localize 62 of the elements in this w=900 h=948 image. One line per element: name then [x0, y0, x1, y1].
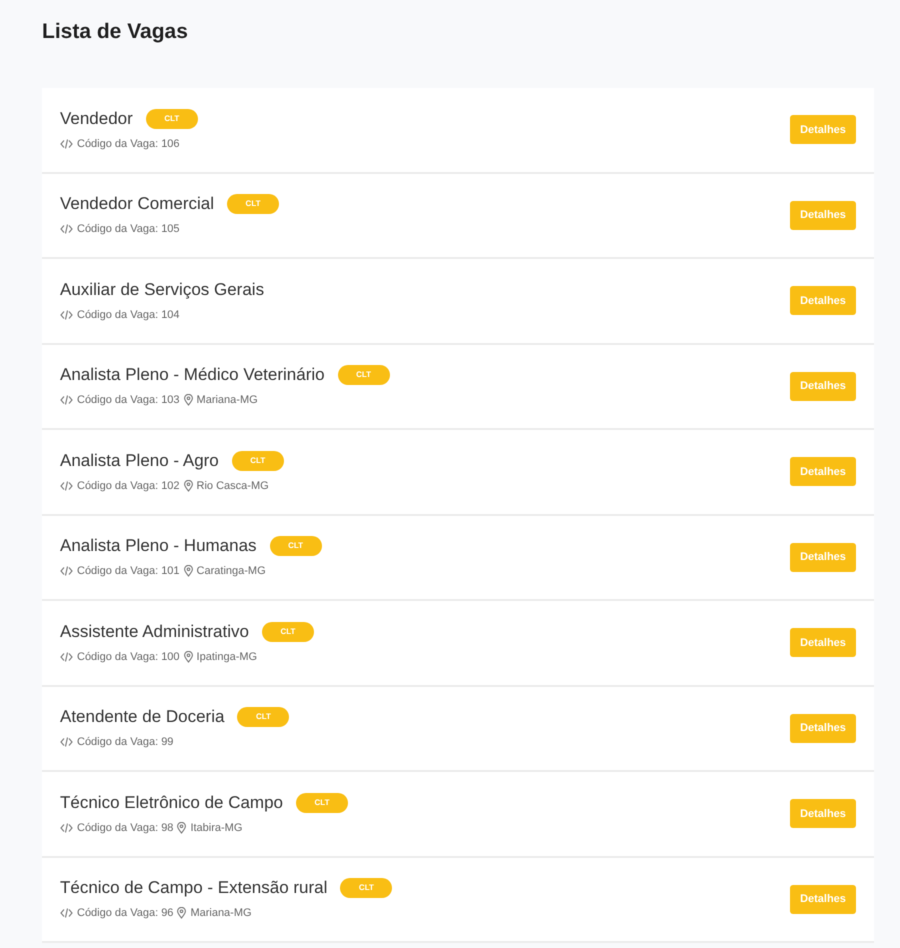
job-title: Técnico de Campo - Extensão rural [60, 877, 328, 900]
job-title: Atendente de Doceria [60, 706, 224, 728]
job-code: Código da Vaga: 101 [77, 564, 180, 579]
job-title: Auxiliar de Serviços Gerais [60, 278, 264, 301]
code-icon [60, 310, 73, 320]
code-icon [60, 822, 73, 833]
code-icon [60, 652, 73, 662]
job-code: Código da Vaga: 99 [77, 735, 174, 750]
details-button[interactable]: Detalhes [790, 799, 856, 828]
job-code: Código da Vaga: 98 [77, 820, 174, 836]
contract-badge: CLT [338, 365, 390, 385]
job-title: Vendedor [60, 108, 133, 130]
job-location: Ipatinga-MG [196, 650, 258, 664]
location-pin-icon [184, 650, 193, 663]
job-location: Rio Casca-MG [196, 478, 269, 494]
code-icon [60, 138, 73, 149]
job-title: Analista Pleno - Humanas [60, 535, 257, 558]
job-code: Código da Vaga: 103 [77, 393, 180, 408]
details-button[interactable]: Detalhes [790, 200, 856, 230]
contract-badge: CLT [270, 536, 322, 556]
location-pin-icon [177, 907, 186, 920]
details-button[interactable]: Detalhes [790, 115, 856, 144]
job-location: Mariana-MG [190, 906, 252, 921]
details-button[interactable]: Detalhes [790, 542, 856, 572]
details-button[interactable]: Detalhes [790, 457, 856, 486]
contract-badge: CLT [146, 108, 198, 128]
contract-badge: CLT [340, 878, 392, 898]
code-icon [60, 480, 73, 491]
job-title: Vendedor Comercial [60, 193, 214, 216]
location-pin-icon [184, 565, 193, 578]
details-button[interactable]: Detalhes [790, 884, 856, 914]
code-icon [60, 395, 73, 406]
job-code: Código da Vaga: 106 [77, 136, 180, 152]
details-button[interactable]: Detalhes [790, 286, 856, 316]
job-title: Analista Pleno - Médico Veterinário [60, 364, 325, 386]
contract-badge: CLT [262, 622, 314, 642]
location-pin-icon [177, 822, 186, 834]
job-location: Mariana-MG [196, 393, 258, 408]
job-location: Itabira-MG [190, 820, 242, 836]
code-icon [60, 737, 73, 748]
job-code: Código da Vaga: 102 [77, 478, 180, 494]
details-button[interactable]: Detalhes [790, 628, 856, 658]
job-title: Analista Pleno - Agro [60, 450, 219, 472]
job-title: Técnico Eletrônico de Campo [60, 792, 284, 814]
location-pin-icon [184, 480, 193, 492]
details-button[interactable]: Detalhes [790, 372, 856, 401]
details-button[interactable]: Detalhes [790, 714, 856, 743]
code-icon [60, 908, 73, 918]
job-code: Código da Vaga: 104 [77, 308, 180, 322]
contract-badge: CLT [237, 707, 290, 727]
contract-badge: CLT [296, 792, 348, 812]
contract-badge: CLT [227, 194, 280, 214]
job-code: Código da Vaga: 105 [77, 222, 180, 237]
code-icon [60, 224, 73, 234]
contract-badge: CLT [232, 450, 284, 470]
location-pin-icon [184, 394, 193, 406]
job-location: Caratinga-MG [196, 564, 266, 579]
code-icon [60, 566, 73, 576]
job-title: Assistente Administrativo [60, 620, 249, 643]
job-code: Código da Vaga: 100 [77, 650, 180, 664]
job-code: Código da Vaga: 96 [77, 906, 174, 921]
page-title: Lista de Vagas [42, 19, 188, 45]
